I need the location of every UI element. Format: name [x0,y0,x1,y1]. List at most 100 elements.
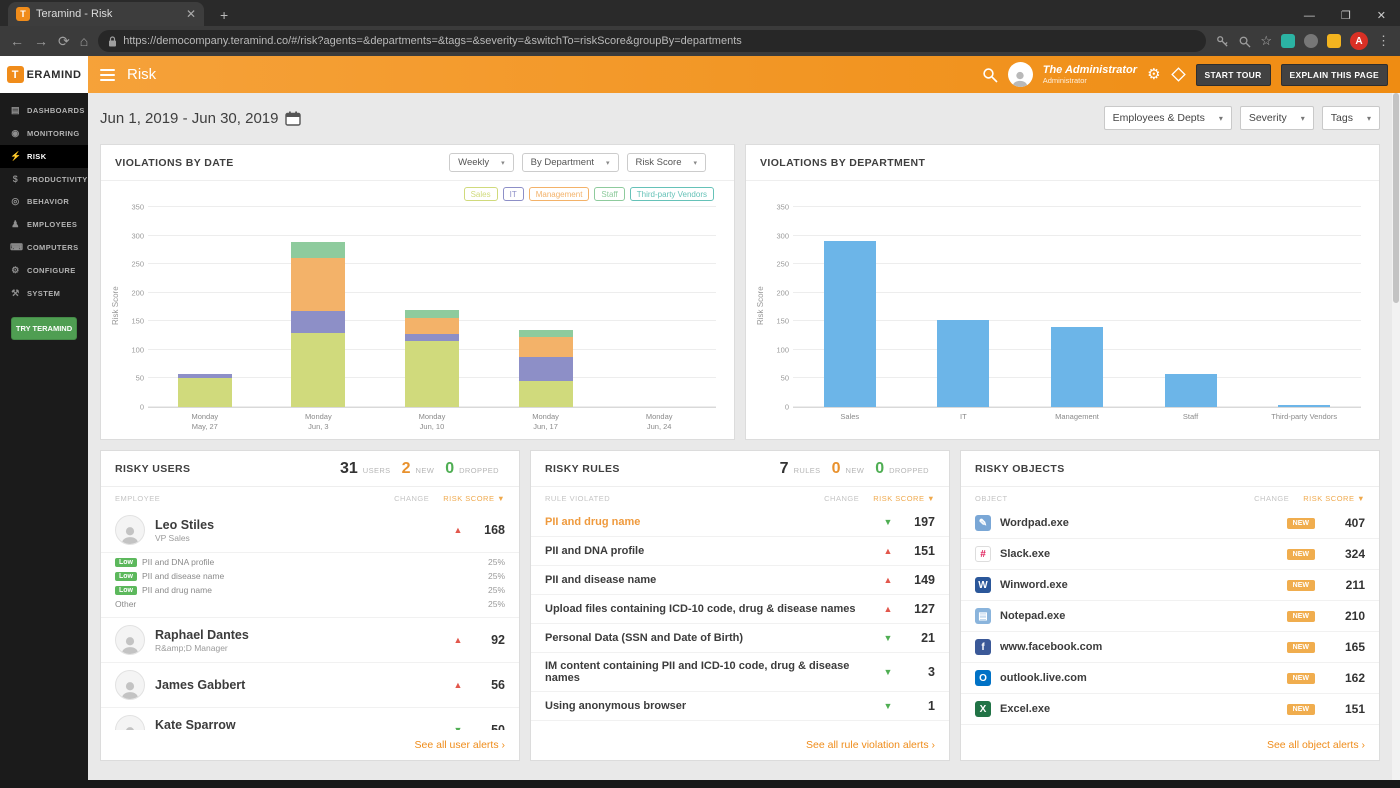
filter-dropdown-tags[interactable]: Tags▾ [1322,106,1380,130]
rule-row[interactable]: Using anonymous browser▼1 [531,692,949,721]
filter-dropdown-severity[interactable]: Severity▾ [1240,106,1314,130]
col-change[interactable]: CHANGE [1254,494,1289,503]
date-range-picker[interactable]: Jun 1, 2019 - Jun 30, 2019 [100,110,301,127]
bar[interactable] [824,207,876,407]
stat-value: 31 [340,460,358,478]
x-axis-label: MondayJun, 10 [375,412,489,433]
user-avatar[interactable] [1008,62,1033,87]
bar-slot [489,207,603,407]
bar[interactable] [1051,207,1103,407]
chart-dropdown-weekly[interactable]: Weekly▾ [449,153,514,172]
bookmark-star-icon[interactable]: ☆ [1260,33,1272,49]
object-row[interactable]: ✎Wordpad.exeNEW407 [961,508,1379,539]
search-icon[interactable] [982,67,998,83]
breakdown-row: LowPII and drug name25% [115,583,505,597]
object-row[interactable]: Ooutlook.live.comNEW162 [961,663,1379,694]
user-row[interactable]: Raphael DantesR&amp;D Manager▲92 [101,618,519,663]
bar[interactable] [291,207,345,407]
explore-diamond-icon[interactable] [1171,67,1186,82]
sidebar-item-behavior[interactable]: ◎BEHAVIOR [0,190,88,213]
forward-icon[interactable]: → [34,34,48,48]
sidebar-item-configure[interactable]: ⚙CONFIGURE [0,259,88,282]
window-maximize-icon[interactable]: ❐ [1341,9,1351,22]
extension-icon[interactable] [1281,34,1295,48]
rule-row[interactable]: Personal Data (SSN and Date of Birth)▼21 [531,624,949,653]
browser-profile-avatar[interactable]: A [1350,32,1368,50]
page-scrollbar[interactable] [1392,93,1400,780]
new-tab-button[interactable]: + [214,7,234,26]
settings-gear-icon[interactable]: ⚙ [1147,67,1160,82]
col-change[interactable]: CHANGE [824,494,859,503]
back-icon[interactable]: ← [10,34,24,48]
object-row[interactable]: #Slack.exeNEW324 [961,539,1379,570]
teramind-logo[interactable]: T ERAMIND [0,56,88,93]
see-all-user-alerts-link[interactable]: See all user alerts [415,739,499,751]
extension-icon[interactable] [1304,34,1318,48]
browser-menu-icon[interactable]: ⋮ [1377,33,1390,49]
filter-dropdown-employees-depts[interactable]: Employees & Depts▾ [1104,106,1232,130]
sort-desc-icon: ▼ [497,494,505,503]
sidebar-item-monitoring[interactable]: ◉MONITORING [0,122,88,145]
scrollbar-thumb[interactable] [1393,93,1399,303]
legend-item-sales[interactable]: Sales [464,187,498,201]
url-text: https://democompany.teramind.co/#/risk?a… [123,35,742,47]
sidebar-item-computers[interactable]: ⌨COMPUTERS [0,236,88,259]
key-icon[interactable] [1216,35,1229,48]
extension-icon[interactable] [1327,34,1341,48]
rule-row[interactable]: PII and DNA profile▲151 [531,537,949,566]
window-close-icon[interactable]: ✕ [1377,9,1386,22]
rule-row[interactable]: PII and disease name▲149 [531,566,949,595]
bar[interactable] [1278,207,1330,407]
legend-item-third-party-vendors[interactable]: Third-party Vendors [630,187,714,201]
bar[interactable] [178,207,232,407]
browser-tab[interactable]: T Teramind - Risk ✕ [8,2,204,26]
zoom-icon[interactable] [1238,35,1251,48]
col-change[interactable]: CHANGE [394,494,429,503]
start-tour-button[interactable]: START TOUR [1196,64,1271,86]
col-risk-score[interactable]: RISK SCORE ▼ [873,494,935,503]
user-info[interactable]: The Administrator Administrator [1043,64,1137,85]
user-row[interactable]: Leo StilesVP Sales▲168 [101,508,519,553]
object-row[interactable]: fwww.facebook.comNEW165 [961,632,1379,663]
rule-row[interactable]: IM content containing PII and ICD-10 cod… [531,653,949,692]
reload-icon[interactable]: ⟳ [58,34,70,48]
sidebar-item-dashboards[interactable]: ▤DASHBOARDS [0,99,88,122]
chart-dropdown-risk-score[interactable]: Risk Score▾ [627,153,706,172]
bar[interactable] [632,207,686,407]
bar[interactable] [937,207,989,407]
object-row[interactable]: ▤Notepad.exeNEW210 [961,601,1379,632]
legend-item-staff[interactable]: Staff [594,187,624,201]
word-icon: W [975,577,991,593]
home-icon[interactable]: ⌂ [80,34,88,48]
sidebar-item-employees[interactable]: ♟EMPLOYEES [0,213,88,236]
bar[interactable] [519,207,573,407]
try-teramind-button[interactable]: TRY TERAMIND [11,317,77,340]
rule-row[interactable]: PII and drug name▼197 [531,508,949,537]
menu-toggle-icon[interactable] [88,56,127,93]
bar[interactable] [1165,207,1217,407]
see-all-rule-alerts-link[interactable]: See all rule violation alerts [806,739,929,751]
risk-score-value: 162 [1327,671,1365,685]
rule-row[interactable]: Upload files containing ICD-10 code, dru… [531,595,949,624]
object-row[interactable]: XExcel.exeNEW151 [961,694,1379,725]
legend-item-management[interactable]: Management [529,187,590,201]
col-risk-score[interactable]: RISK SCORE ▼ [443,494,505,503]
window-minimize-icon[interactable]: — [1304,10,1315,22]
legend-item-it[interactable]: IT [503,187,524,201]
bar[interactable] [405,207,459,407]
risk-breakdown: LowPII and DNA profile25%LowPII and dise… [101,553,519,618]
sidebar-item-productivity[interactable]: $PRODUCTIVITY [0,168,88,190]
user-row[interactable]: Kate SparrowCEO▼50 [101,708,519,730]
object-row[interactable]: WWinword.exeNEW211 [961,570,1379,601]
url-bar[interactable]: https://democompany.teramind.co/#/risk?a… [98,30,1206,52]
y-tick-label: 100 [120,345,144,354]
sidebar-item-risk[interactable]: ⚡RISK [0,145,88,168]
chart-dropdown-by-department[interactable]: By Department▾ [522,153,619,172]
user-row[interactable]: James Gabbert▲56 [101,663,519,708]
facebook-icon: f [975,639,991,655]
see-all-object-alerts-link[interactable]: See all object alerts [1267,739,1359,751]
sidebar-item-system[interactable]: ⚒SYSTEM [0,282,88,305]
explain-page-button[interactable]: EXPLAIN THIS PAGE [1281,64,1388,86]
tab-close-icon[interactable]: ✕ [186,7,196,21]
col-risk-score[interactable]: RISK SCORE ▼ [1303,494,1365,503]
